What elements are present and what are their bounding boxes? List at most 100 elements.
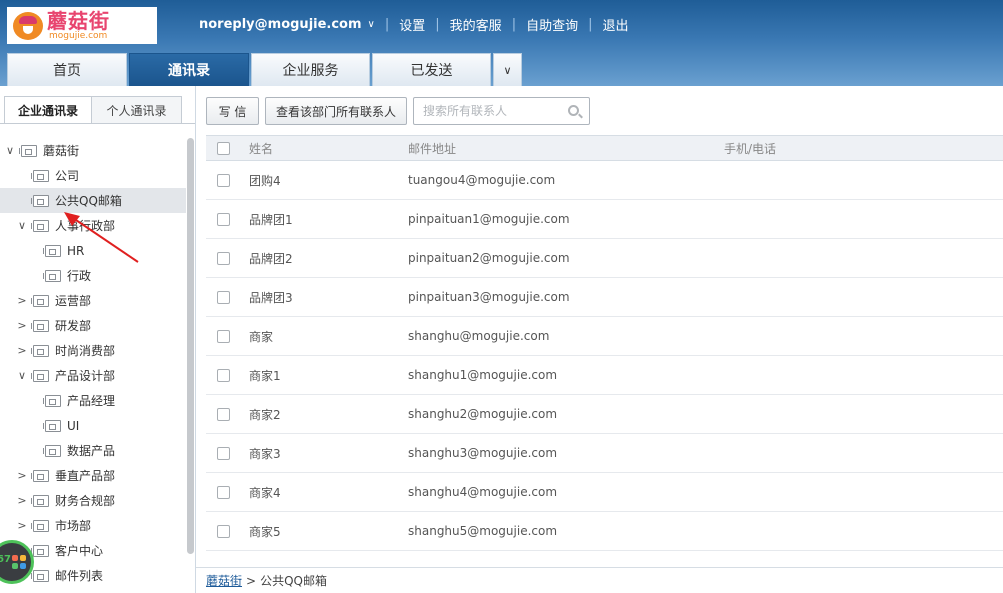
row-checkbox[interactable] [217, 290, 230, 304]
account-email[interactable]: noreply@mogujie.com [199, 17, 362, 32]
contact-email[interactable]: tuangou4@mogujie.com [408, 173, 555, 187]
tree-node[interactable]: ∨ 蘑菇街 [0, 138, 186, 163]
tree-node[interactable]: > 运营部 [0, 288, 186, 313]
column-header-phone[interactable]: 手机/电话 [724, 140, 776, 157]
column-header-name[interactable]: 姓名 [249, 140, 273, 157]
chevron-right-icon[interactable]: > [16, 319, 28, 332]
table-row[interactable]: 商家5 shanghu5@mogujie.com [206, 512, 1003, 551]
table-row[interactable]: 品牌团3 pinpaituan3@mogujie.com [206, 278, 1003, 317]
contact-name[interactable]: 团购4 [249, 172, 281, 189]
tree-node-label: 产品设计部 [55, 369, 116, 383]
table-row[interactable]: 品牌团1 pinpaituan1@mogujie.com [206, 200, 1003, 239]
tree-node[interactable]: > 财务合规部 [0, 488, 186, 513]
contact-email[interactable]: pinpaituan1@mogujie.com [408, 212, 570, 226]
tree-node[interactable]: ∨ 人事行政部 [0, 213, 186, 238]
row-checkbox[interactable] [217, 407, 230, 421]
chevron-down-icon[interactable]: ∨ [368, 19, 375, 30]
table-row[interactable]: 商家2 shanghu2@mogujie.com [206, 395, 1003, 434]
contact-name[interactable]: 商家1 [249, 367, 281, 384]
tab-contacts[interactable]: 通讯录 [129, 53, 249, 86]
divider [0, 123, 195, 124]
search-icon[interactable] [568, 105, 579, 116]
contact-email[interactable]: shanghu@mogujie.com [408, 329, 549, 343]
row-checkbox[interactable] [217, 251, 230, 265]
settings-link[interactable]: 设置 [399, 15, 425, 34]
view-all-department-contacts-button[interactable]: 查看该部门所有联系人 [265, 97, 407, 125]
tree-node[interactable]: > 研发部 [0, 313, 186, 338]
table-row[interactable]: 商家4 shanghu4@mogujie.com [206, 473, 1003, 512]
tree-node[interactable]: 数据产品 [0, 438, 186, 463]
tab-sent[interactable]: 已发送 [372, 53, 491, 86]
tree-node[interactable]: UI [0, 413, 186, 438]
contact-name[interactable]: 商家 [249, 328, 273, 345]
write-mail-button[interactable]: 写 信 [206, 97, 259, 125]
contact-email[interactable]: shanghu3@mogujie.com [408, 446, 557, 460]
chevron-right-icon[interactable]: > [16, 294, 28, 307]
contact-card-icon [31, 469, 49, 482]
contact-name[interactable]: 商家5 [249, 523, 281, 540]
search-input[interactable] [423, 98, 563, 124]
table-row[interactable]: 商家1 shanghu1@mogujie.com [206, 356, 1003, 395]
divider: | [511, 16, 517, 32]
contact-email[interactable]: shanghu1@mogujie.com [408, 368, 557, 382]
row-checkbox[interactable] [217, 446, 230, 460]
chevron-down-icon[interactable]: ∨ [4, 144, 16, 157]
tab-personal-address-book[interactable]: 个人通讯录 [92, 96, 182, 124]
contact-name[interactable]: 品牌团1 [249, 211, 293, 228]
select-all-checkbox[interactable] [217, 141, 230, 155]
tree-node-label: 时尚消费部 [55, 344, 116, 358]
contact-name[interactable]: 商家2 [249, 406, 281, 423]
contact-card-icon [31, 194, 49, 207]
table-row[interactable]: 商家3 shanghu3@mogujie.com [206, 434, 1003, 473]
row-checkbox[interactable] [217, 524, 230, 538]
contact-name[interactable]: 品牌团2 [249, 250, 293, 267]
tree-node[interactable]: > 垂直产品部 [0, 463, 186, 488]
contact-card-icon [43, 419, 61, 432]
tree-node-label: 公司 [55, 169, 80, 183]
contact-email[interactable]: shanghu2@mogujie.com [408, 407, 557, 421]
sidebar-scrollbar[interactable] [187, 138, 194, 554]
chevron-down-icon[interactable]: ∨ [16, 369, 28, 382]
tree-node[interactable]: HR [0, 238, 186, 263]
breadcrumb-root-link[interactable]: 蘑菇街 [206, 572, 242, 589]
tab-enterprise-address-book[interactable]: 企业通讯录 [4, 96, 92, 124]
contact-email[interactable]: shanghu4@mogujie.com [408, 485, 557, 499]
column-header-email[interactable]: 邮件地址 [408, 140, 456, 157]
row-checkbox[interactable] [217, 368, 230, 382]
contact-name[interactable]: 商家4 [249, 484, 281, 501]
chevron-right-icon[interactable]: > [16, 344, 28, 357]
chevron-right-icon[interactable]: > [16, 494, 28, 507]
table-row[interactable]: 团购4 tuangou4@mogujie.com [206, 161, 1003, 200]
chevron-right-icon[interactable]: > [16, 519, 28, 532]
contact-search-box [413, 97, 590, 125]
row-checkbox[interactable] [217, 329, 230, 343]
tree-node[interactable]: > 市场部 [0, 513, 186, 538]
tab-home[interactable]: 首页 [7, 53, 127, 86]
mogujie-logo[interactable]: 蘑菇街 mogujie.com [7, 7, 157, 44]
self-service-link[interactable]: 自助查询 [526, 15, 578, 34]
contact-email[interactable]: pinpaituan2@mogujie.com [408, 251, 570, 265]
tree-node[interactable]: > 时尚消费部 [0, 338, 186, 363]
row-checkbox[interactable] [217, 212, 230, 226]
contact-email[interactable]: shanghu5@mogujie.com [408, 524, 557, 538]
contact-name[interactable]: 品牌团3 [249, 289, 293, 306]
my-support-link[interactable]: 我的客服 [450, 15, 502, 34]
row-checkbox[interactable] [217, 173, 230, 187]
contact-name[interactable]: 商家3 [249, 445, 281, 462]
tree-node[interactable]: 行政 [0, 263, 186, 288]
tree-node[interactable]: 公共QQ邮箱 [0, 188, 186, 213]
tree-node[interactable]: 产品经理 [0, 388, 186, 413]
tree-node-label: UI [67, 418, 80, 433]
tree-node[interactable]: ∨ 产品设计部 [0, 363, 186, 388]
chevron-down-icon[interactable]: ∨ [16, 219, 28, 232]
tree-node[interactable]: 公司 [0, 163, 186, 188]
logout-link[interactable]: 退出 [602, 15, 628, 34]
tree-node-label: 市场部 [55, 519, 92, 533]
chevron-right-icon[interactable]: > [16, 469, 28, 482]
table-row[interactable]: 品牌团2 pinpaituan2@mogujie.com [206, 239, 1003, 278]
row-checkbox[interactable] [217, 485, 230, 499]
more-tabs-chevron-icon[interactable]: ∨ [493, 53, 522, 86]
contact-email[interactable]: pinpaituan3@mogujie.com [408, 290, 570, 304]
tab-enterprise-services[interactable]: 企业服务 [251, 53, 370, 86]
table-row[interactable]: 商家 shanghu@mogujie.com [206, 317, 1003, 356]
